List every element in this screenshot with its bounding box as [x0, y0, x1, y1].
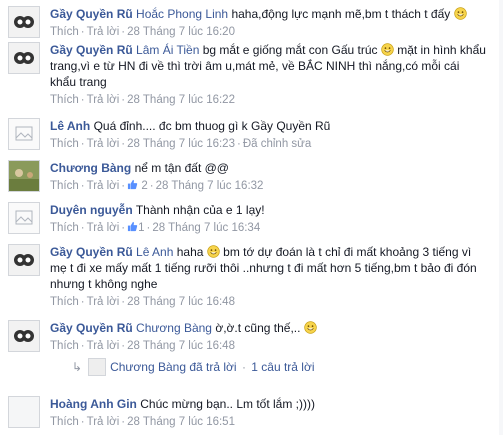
comment-actions: Thích · Trả lời · 28 Tháng 7 lúc 16:22 [50, 94, 235, 106]
reply-link[interactable]: Trả lời [87, 138, 120, 150]
edited-link[interactable]: Đã chỉnh sửa [243, 138, 311, 150]
comment-text: khẩu trang [50, 75, 107, 89]
timestamp[interactable]: 28 Tháng 7 lúc 16:48 [127, 340, 235, 352]
author-name[interactable]: Chương Bàng [50, 161, 131, 175]
comment-text: bg mắt e giống mắt con Gấu trúc [202, 43, 378, 57]
author-name[interactable]: Lê Anh [50, 119, 90, 133]
author-name[interactable]: Gầy Quyền Rũ [50, 43, 133, 57]
comment-text: mặt in hình khẩu [397, 43, 486, 57]
mention-link[interactable]: Chương Bàng [136, 321, 212, 335]
grin-emoji-icon [207, 245, 220, 258]
mention-link[interactable]: Hoắc Phong Linh [136, 7, 228, 21]
comment-actions: Thích · Trả lời · 28 Tháng 7 lúc 16:48 [50, 340, 235, 352]
reply-action-text[interactable]: đã trả lời [189, 360, 236, 374]
like-link[interactable]: Thích [50, 180, 79, 192]
comment-actions: Thích · Trả lời · 28 Tháng 7 lúc 16:23 · Đã ch… [50, 138, 312, 150]
author-name[interactable]: Gầy Quyền Rũ [50, 245, 133, 259]
reply-link[interactable]: Trả lời [87, 296, 120, 308]
thumbs-up-icon [128, 221, 138, 232]
timestamp[interactable]: 28 Tháng 7 lúc 16:23 [127, 138, 235, 150]
reply-link[interactable]: Trả lời [87, 416, 120, 428]
reply-link[interactable]: Trả lời [87, 340, 120, 352]
grin-emoji-icon [304, 321, 317, 334]
avatar[interactable] [8, 396, 40, 428]
reply-link[interactable]: Trả lời [87, 26, 120, 38]
comment-actions: Thích · Trả lời · 28 Tháng 7 lúc 16:20 [50, 26, 235, 38]
comment-actions: Thích · Trả lời · 1 · 28 Tháng 7 lúc 16:34 [50, 221, 261, 234]
comment-text: Thành nhận của e 1 lạy! [135, 203, 265, 217]
timestamp[interactable]: 28 Tháng 7 lúc 16:20 [127, 26, 235, 38]
comment-text: nhưng t không nghe [50, 277, 158, 291]
like-link[interactable]: Thích [50, 26, 79, 38]
thumbs-up-icon [128, 179, 138, 190]
avatar[interactable] [8, 118, 40, 150]
timestamp[interactable]: 28 Tháng 7 lúc 16:22 [127, 94, 235, 106]
mention-link[interactable]: Lâm Ái Tiền [136, 43, 199, 57]
avatar[interactable] [8, 42, 40, 74]
avatar[interactable] [8, 244, 40, 276]
like-link[interactable]: Thích [50, 296, 79, 308]
like-link[interactable]: Thích [50, 138, 79, 150]
comment-text: trang,vì e từ HN đi về thì trời âm u,mát… [50, 59, 460, 73]
avatar[interactable] [8, 320, 40, 352]
mention-link[interactable]: Lê Anh [136, 245, 173, 259]
comment-text: Quá đỉnh.... đc bm thuog gì k Gầy Quyền … [93, 119, 331, 133]
comment-text: Chúc mừng bạn.. Lm tốt lắm ;)))) [140, 397, 315, 411]
comment-text: ờ,ờ.t cũng thế,.. [215, 321, 301, 335]
timestamp[interactable]: 28 Tháng 7 lúc 16:51 [127, 416, 235, 428]
avatar [88, 358, 107, 376]
timestamp[interactable]: 28 Tháng 7 lúc 16:48 [127, 296, 235, 308]
like-link[interactable]: Thích [50, 222, 79, 234]
like-link[interactable]: Thích [50, 416, 79, 428]
avatar[interactable] [8, 160, 40, 192]
like-link[interactable]: Thích [50, 94, 79, 106]
author-name[interactable]: Hoàng Anh Gin [50, 397, 137, 411]
view-replies-link[interactable]: 1 câu trả lời [251, 360, 314, 374]
reply-link[interactable]: Trả lời [87, 180, 120, 192]
comment-actions: Thích · Trả lời · 28 Tháng 7 lúc 16:51 [50, 416, 235, 428]
reply-link[interactable]: Trả lời [87, 94, 120, 106]
comment-text: nể m tận đất @@ [134, 161, 229, 175]
avatar[interactable] [8, 6, 40, 38]
like-count[interactable]: 2 [127, 179, 148, 192]
comment-text: haha [176, 245, 204, 259]
reply-arrow-icon: ↳ [72, 360, 83, 374]
comment-text: mẹ t đi xe mấy mất 1 tiếng rưỡi thôi ..n… [50, 261, 477, 275]
comment-text: haha,động lực mạnh mẽ,bm t thách t đấy [231, 7, 451, 21]
timestamp[interactable]: 28 Tháng 7 lúc 16:32 [156, 180, 264, 192]
reply-link[interactable]: Trả lời [87, 222, 120, 234]
scrollbar[interactable] [499, 0, 503, 435]
replier-name[interactable]: Chương Bàng [110, 360, 186, 374]
like-count[interactable]: 1 [127, 221, 145, 234]
comment-actions: Thích · Trả lời · 28 Tháng 7 lúc 16:48 [50, 296, 235, 308]
comment-text: bm tớ dự đoán là t chỉ đi mất khoảng 3 t… [223, 245, 472, 259]
author-name[interactable]: Gầy Quyền Rũ [50, 7, 133, 21]
like-link[interactable]: Thích [50, 340, 79, 352]
author-name[interactable]: Gầy Quyền Rũ [50, 321, 133, 335]
avatar[interactable] [8, 202, 40, 234]
reply-summary[interactable]: ↳ Chương Bàng đã trả lời · 1 câu trả lời [72, 358, 315, 376]
grin-emoji-icon [453, 7, 467, 20]
timestamp[interactable]: 28 Tháng 7 lúc 16:34 [152, 222, 260, 234]
author-name[interactable]: Duyên nguyễn [50, 203, 133, 217]
comment-actions: Thích · Trả lời · 2 · 28 Tháng 7 lúc 16:32 [50, 179, 264, 192]
grin-emoji-icon [381, 43, 394, 56]
